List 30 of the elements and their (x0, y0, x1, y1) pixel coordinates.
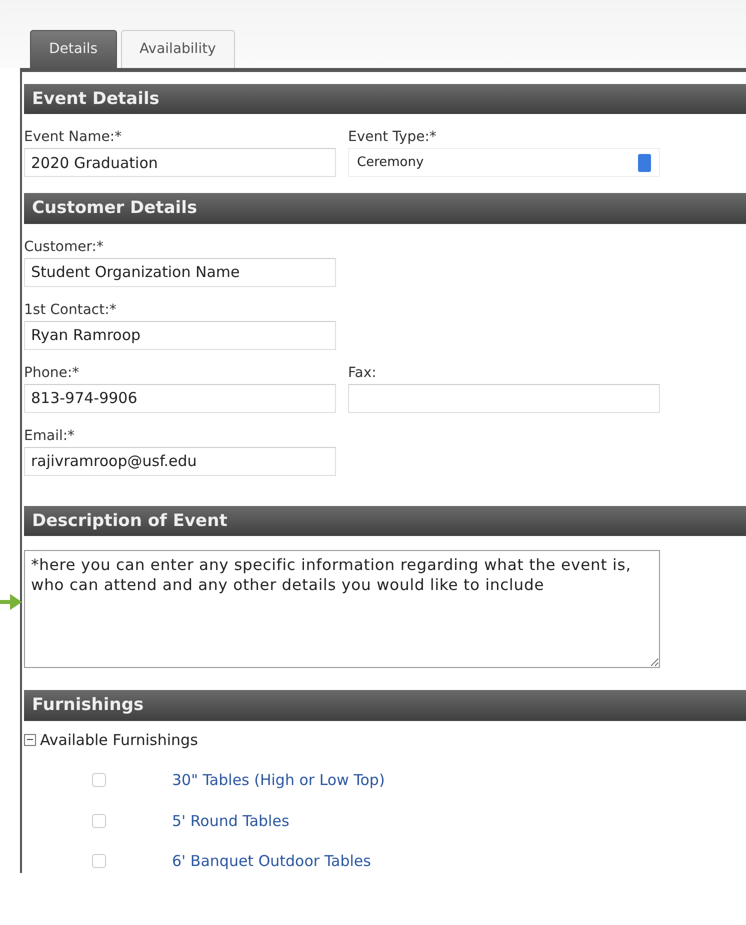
input-field[interactable]: rajivramroop@usf.edu (24, 446, 336, 476)
section-header: Description of Event (24, 506, 746, 536)
field-label: Phone:* (24, 364, 80, 383)
tab[interactable]: Availability (120, 30, 235, 68)
field-label: Fax: (348, 364, 378, 383)
field-label: Customer:* (24, 238, 104, 257)
input-field[interactable]: Student Organization Name (24, 258, 336, 287)
field-label: Event Type:* (348, 128, 438, 148)
section-header: Event Details (24, 84, 746, 114)
input-field[interactable]: 2020 Graduation (24, 148, 336, 178)
input-field[interactable]: Ryan Ramroop (24, 320, 336, 350)
checkbox[interactable] (92, 854, 106, 868)
select-field[interactable]: Ceremony (348, 148, 660, 178)
furnishing-link[interactable]: 30" Tables (High or Low Top) (172, 769, 385, 792)
group-label: Available Furnishings (40, 730, 198, 751)
checkbox[interactable] (92, 814, 106, 828)
spinner-icon (638, 154, 651, 172)
field-label: Event Name:* (24, 128, 123, 148)
section-header: Customer Details (24, 193, 746, 224)
tab[interactable]: Details (30, 30, 117, 68)
description-field[interactable]: *here you can enter any specific information regarding what the event is, who can attend and any other details you would like to include (24, 550, 660, 668)
input-field[interactable]: 813-974-9906 (24, 384, 336, 413)
furnishing-link[interactable]: 5' Round Tables (172, 810, 290, 832)
field-label: 1st Contact:* (24, 300, 118, 320)
furnishing-link[interactable]: 6' Banquet Outdoor Tables (172, 850, 371, 873)
checkbox[interactable] (92, 773, 106, 788)
select-value: Ceremony (357, 154, 424, 172)
section-header: Furnishings (24, 690, 746, 721)
field-label: Email:* (24, 426, 76, 446)
collapse-icon[interactable] (24, 734, 36, 746)
